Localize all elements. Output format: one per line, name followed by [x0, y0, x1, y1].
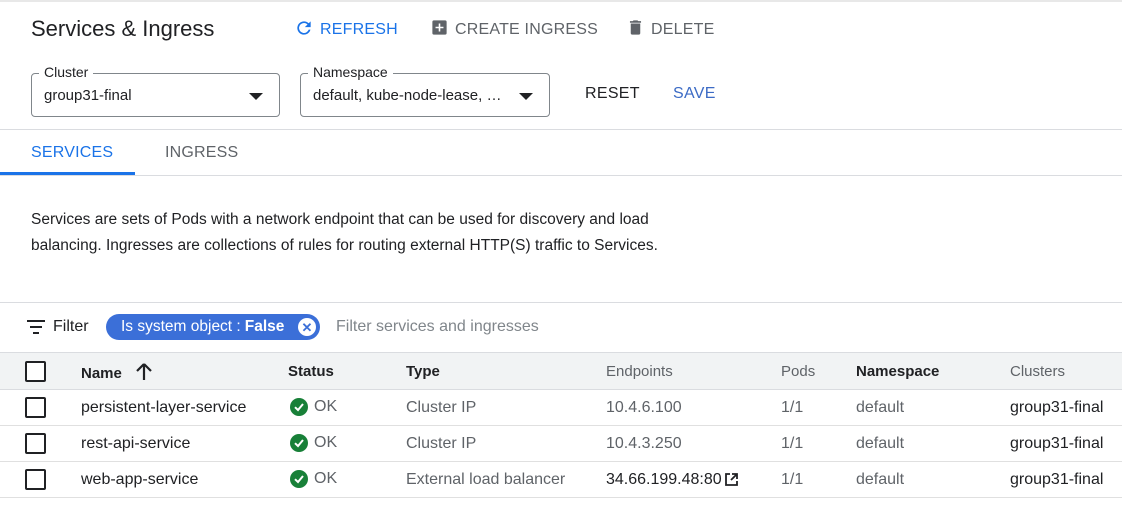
check-circle-icon	[290, 470, 308, 488]
pods-cell: 1/1	[781, 435, 804, 452]
type-cell: Cluster IP	[406, 399, 477, 416]
divider	[0, 175, 1122, 176]
column-header-pods: Pods	[781, 363, 816, 380]
type-cell: External load balancer	[406, 471, 566, 488]
namespace-select[interactable]: Namespace default, kube-node-lease, …	[300, 64, 550, 117]
cluster-select[interactable]: Cluster group31-final	[31, 64, 280, 117]
column-header-namespace[interactable]: Namespace	[856, 363, 939, 380]
pods-cell: 1/1	[781, 399, 804, 416]
divider	[0, 302, 1122, 303]
delete-label: DELETE	[651, 21, 715, 38]
column-header-name[interactable]: Name	[81, 363, 152, 385]
service-name-link[interactable]: rest-api-service	[81, 435, 190, 453]
column-header-endpoints: Endpoints	[606, 363, 673, 380]
status-cell: OK	[290, 398, 337, 416]
cluster-select-label: Cluster	[39, 64, 94, 80]
dropdown-arrow-icon	[249, 93, 263, 100]
reset-button[interactable]: RESET	[585, 85, 640, 103]
dropdown-arrow-icon	[519, 93, 533, 100]
cluster-link[interactable]: group31-final	[1010, 399, 1103, 417]
check-circle-icon	[290, 434, 308, 452]
add-box-icon	[430, 18, 455, 42]
table-row: rest-api-service OK Cluster IP 10.4.3.25…	[0, 426, 1122, 462]
endpoint-link[interactable]: 34.66.199.48:80	[606, 471, 738, 491]
column-header-clusters: Clusters	[1010, 363, 1066, 380]
tab-ingress[interactable]: INGRESS	[165, 144, 238, 162]
row-checkbox[interactable]	[25, 397, 46, 418]
column-header-type[interactable]: Type	[406, 363, 440, 380]
trash-icon	[626, 18, 651, 42]
namespace-cell: default	[856, 435, 905, 452]
page-header: Services & Ingress REFRESH CREATE INGRES…	[0, 2, 1122, 56]
refresh-icon	[294, 18, 320, 43]
table-header: Name Status Type Endpoints Pods Namespac…	[0, 352, 1122, 390]
filter-label: Filter	[53, 318, 89, 335]
namespace-select-value: default, kube-node-lease, …	[313, 87, 502, 104]
save-button[interactable]: SAVE	[673, 85, 716, 103]
close-icon[interactable]: ✕	[298, 318, 316, 336]
filter-input[interactable]: Filter services and ingresses	[336, 318, 539, 336]
namespace-select-label: Namespace	[308, 64, 393, 80]
select-all-checkbox[interactable]	[25, 361, 46, 382]
service-name-link[interactable]: web-app-service	[81, 471, 198, 489]
endpoints-cell: 10.4.3.250	[606, 435, 682, 452]
refresh-label: REFRESH	[320, 21, 398, 38]
endpoint-link-label: 34.66.199.48:80	[606, 471, 722, 488]
status-cell: OK	[290, 434, 337, 452]
page-description: Services are sets of Pods with a network…	[31, 211, 658, 254]
status-label: OK	[314, 470, 338, 487]
status-label: OK	[314, 398, 338, 415]
filter-chip-key: Is system object :	[121, 318, 241, 335]
endpoints-cell: 10.4.6.100	[606, 399, 682, 416]
table-row: persistent-layer-service OK Cluster IP 1…	[0, 390, 1122, 426]
column-header-status[interactable]: Status	[288, 363, 334, 380]
namespace-cell: default	[856, 399, 905, 416]
delete-button[interactable]: DELETE	[626, 18, 714, 42]
status-cell: OK	[290, 470, 337, 488]
divider	[0, 129, 1122, 130]
refresh-button[interactable]: REFRESH	[294, 18, 398, 42]
open-in-new-icon	[724, 473, 738, 491]
table-row: web-app-service OK External load balance…	[0, 462, 1122, 498]
column-header-label: Name	[81, 365, 122, 382]
create-ingress-button[interactable]: CREATE INGRESS	[430, 18, 598, 42]
row-checkbox[interactable]	[25, 469, 46, 490]
service-name-link[interactable]: persistent-layer-service	[81, 399, 246, 417]
page-title: Services & Ingress	[31, 16, 215, 41]
status-label: OK	[314, 434, 338, 451]
type-cell: Cluster IP	[406, 435, 477, 452]
cluster-link[interactable]: group31-final	[1010, 435, 1103, 453]
pods-cell: 1/1	[781, 471, 804, 488]
cluster-select-value: group31-final	[44, 87, 132, 104]
namespace-cell: default	[856, 471, 905, 488]
tab-services[interactable]: SERVICES	[31, 144, 113, 162]
row-checkbox[interactable]	[25, 433, 46, 454]
create-ingress-label: CREATE INGRESS	[455, 21, 598, 38]
filter-chip[interactable]: Is system object : False ✕	[106, 314, 320, 340]
filter-icon[interactable]	[27, 320, 45, 339]
arrow-up-icon	[136, 363, 152, 385]
filter-bar: Filter Is system object : False ✕ Filter…	[0, 302, 1122, 352]
filter-chip-value: False	[244, 318, 285, 335]
check-circle-icon	[290, 398, 308, 416]
cluster-link[interactable]: group31-final	[1010, 471, 1103, 489]
